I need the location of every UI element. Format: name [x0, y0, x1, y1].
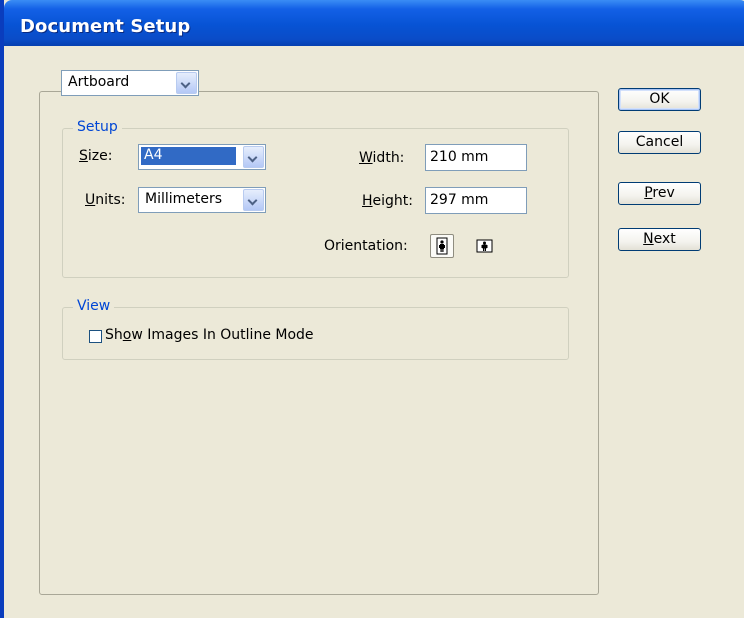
- chevron-down-icon[interactable]: [176, 72, 197, 94]
- show-images-outline-checkbox[interactable]: [89, 330, 102, 343]
- landscape-orientation-button[interactable]: [473, 234, 497, 258]
- document-setup-dialog: Document Setup Artboard Setup Size: A4 U…: [0, 0, 744, 618]
- chevron-down-icon[interactable]: [243, 189, 264, 211]
- height-label: Height:: [362, 193, 413, 209]
- units-select[interactable]: Millimeters: [138, 187, 266, 213]
- panel-select[interactable]: Artboard: [61, 70, 199, 96]
- next-button[interactable]: Next: [618, 228, 701, 251]
- height-input[interactable]: 297 mm: [425, 187, 527, 214]
- title-bar[interactable]: Document Setup: [4, 0, 744, 46]
- panel-select-value: Artboard: [68, 74, 130, 90]
- width-label: Width:: [359, 150, 405, 166]
- units-label: Units:: [85, 192, 126, 208]
- cancel-button[interactable]: Cancel: [618, 131, 701, 154]
- ok-button[interactable]: OK: [618, 88, 701, 111]
- show-images-outline-label[interactable]: Show Images In Outline Mode: [105, 327, 314, 343]
- chevron-down-icon[interactable]: [243, 146, 264, 168]
- window-title: Document Setup: [20, 16, 191, 37]
- prev-button[interactable]: Prev: [618, 182, 701, 205]
- portrait-orientation-button[interactable]: [430, 234, 454, 258]
- width-input[interactable]: 210 mm: [425, 144, 527, 171]
- setup-legend: Setup: [73, 119, 122, 135]
- size-label: Size:: [79, 148, 113, 164]
- view-legend: View: [73, 298, 115, 314]
- portrait-icon: [436, 237, 448, 255]
- landscape-icon: [476, 239, 493, 253]
- size-select[interactable]: A4: [138, 144, 266, 170]
- orientation-label: Orientation:: [324, 238, 408, 254]
- units-select-value: Millimeters: [145, 191, 223, 207]
- size-select-value: A4: [141, 147, 236, 165]
